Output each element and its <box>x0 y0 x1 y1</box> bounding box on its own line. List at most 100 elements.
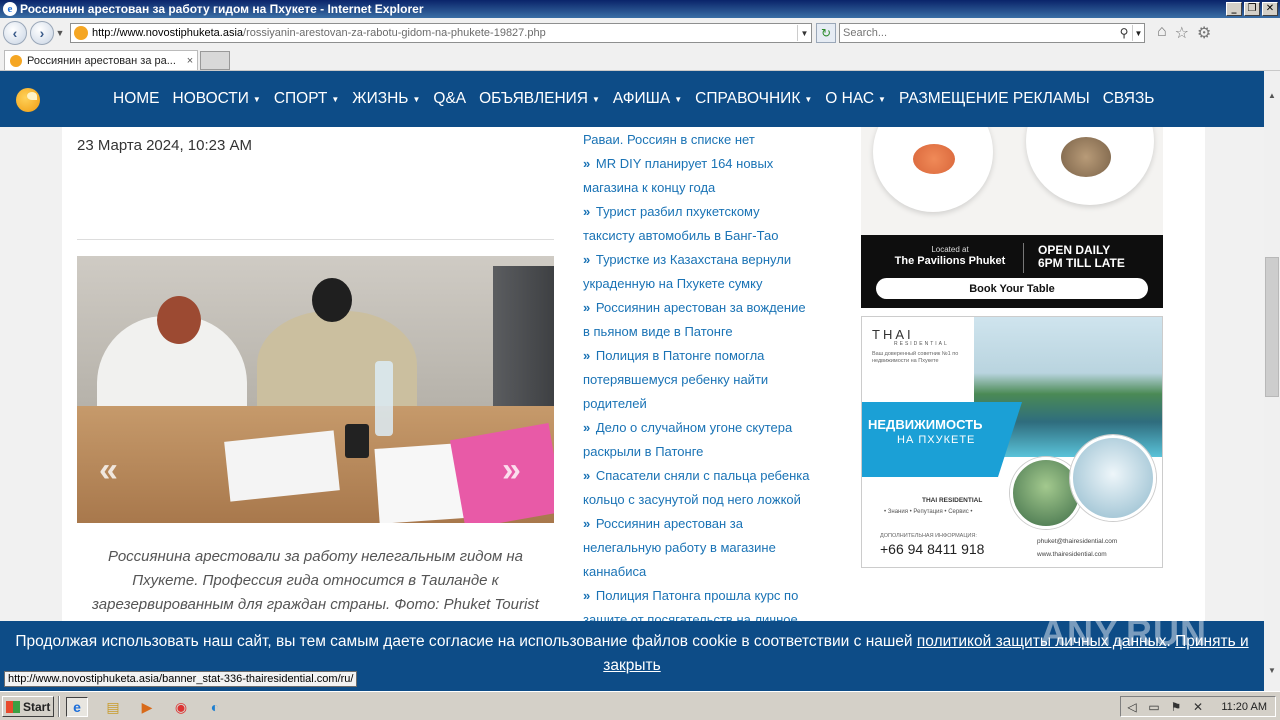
nav-item-label: ОБЪЯВЛЕНИЯ <box>479 90 588 107</box>
chrome-icon[interactable]: ◉ <box>170 697 192 717</box>
back-button[interactable]: ‹ <box>3 21 27 45</box>
nav-item-5[interactable]: ОБЪЯВЛЕНИЯ ▼ <box>479 90 600 108</box>
history-dropdown-icon[interactable]: ▼ <box>54 28 66 38</box>
news-item[interactable]: » Полиция в Патонге помогла потерявшемус… <box>583 344 813 416</box>
double-chevron-icon: » <box>583 516 591 531</box>
address-url[interactable]: http://www.novostiphuketa.asia/rossiyani… <box>92 27 797 39</box>
browser-navigation-bar: ‹ › ▼ http://www.novostiphuketa.asia/ros… <box>0 18 1280 48</box>
news-item[interactable]: » Турист разбил пхукетскому таксисту авт… <box>583 200 813 248</box>
nav-item-7[interactable]: СПРАВОЧНИК ▼ <box>695 90 812 108</box>
explorer-folder-icon[interactable]: ▤ <box>102 697 124 717</box>
nav-item-6[interactable]: АФИША ▼ <box>613 90 682 108</box>
article-divider <box>77 239 554 240</box>
news-item-link[interactable]: Спасатели сняли с пальца ребенка кольцо … <box>583 468 809 507</box>
ad-banner-thai-residential[interactable]: THAI RESIDENTIAL Ваш доверенный советник… <box>861 316 1163 568</box>
window-controls: _ ❐ ✕ <box>1226 2 1278 16</box>
site-logo-icon[interactable] <box>16 88 40 112</box>
new-tab-button[interactable] <box>200 51 230 70</box>
ad-website: www.thairesidential.com <box>1037 551 1107 558</box>
status-bar-url: http://www.novostiphuketa.asia/banner_st… <box>4 671 358 687</box>
news-item-fragment[interactable]: Раваи. Россиян в списке нет <box>583 128 813 152</box>
browser-tab-active[interactable]: Россиянин арестован за ра... × <box>4 50 198 70</box>
news-item-link[interactable]: Дело о случайном угоне скутера раскрыли … <box>583 420 792 459</box>
right-gutter <box>1205 127 1264 621</box>
page-scrollbar[interactable]: ▲ ▼ <box>1264 71 1280 691</box>
search-dropdown-icon[interactable]: ▼ <box>1132 25 1144 41</box>
windows-taskbar: Start e ▤ ▶ ◉ ◐ ◁ ▭ ⚑ ✕ 11:20 AM <box>0 691 1280 720</box>
news-item[interactable]: » Дело о случайном угоне скутера раскрыл… <box>583 416 813 464</box>
tab-title: Россиянин арестован за ра... <box>27 54 176 67</box>
search-icon[interactable]: ⚲ <box>1116 26 1132 40</box>
minimize-button[interactable]: _ <box>1226 2 1242 16</box>
security-icon[interactable]: ✕ <box>1187 700 1209 714</box>
start-label: Start <box>23 699 51 714</box>
nav-item-label: Q&A <box>433 90 467 107</box>
book-table-button[interactable]: Book Your Table <box>876 278 1148 299</box>
nav-item-4[interactable]: Q&A <box>433 90 466 108</box>
search-input[interactable] <box>840 27 1116 39</box>
home-icon[interactable]: ⌂ <box>1157 23 1167 43</box>
media-player-icon[interactable]: ▶ <box>136 697 158 717</box>
nav-item-8[interactable]: О НАС ▼ <box>825 90 886 108</box>
news-item[interactable]: » Россиянин арестован за вождение в пьян… <box>583 296 813 344</box>
address-dropdown-icon[interactable]: ▼ <box>797 25 811 41</box>
scroll-up-icon[interactable]: ▲ <box>1264 87 1280 103</box>
browser-tab-strip: Россиянин арестован за ра... × <box>0 48 1280 71</box>
forward-button[interactable]: › <box>30 21 54 45</box>
url-host: http://www.novostiphuketa.asia <box>92 27 244 39</box>
nav-item-0[interactable]: HOME <box>113 90 160 108</box>
nav-item-1[interactable]: НОВОСТИ ▼ <box>173 90 261 108</box>
scroll-thumb[interactable] <box>1265 257 1279 397</box>
slider-prev-icon[interactable]: « <box>99 451 118 490</box>
chevron-down-icon: ▼ <box>592 94 600 104</box>
start-button[interactable]: Start <box>2 696 54 717</box>
nav-item-3[interactable]: ЖИЗНЬ ▼ <box>352 90 420 108</box>
news-item[interactable]: » MR DIY планирует 164 новых магазина к … <box>583 152 813 200</box>
search-box[interactable]: ⚲ ▼ <box>839 23 1145 43</box>
edge-icon[interactable]: ◐ <box>204 697 226 717</box>
chevron-down-icon: ▼ <box>331 94 340 104</box>
ad-banner-pavilions[interactable]: Located at The Pavilions Phuket OPEN DAI… <box>861 127 1163 308</box>
favorites-star-icon[interactable]: ☆ <box>1175 23 1189 43</box>
nav-item-2[interactable]: СПОРТ ▼ <box>274 90 339 108</box>
double-chevron-icon: » <box>583 156 591 171</box>
ad-separator <box>1023 243 1024 273</box>
close-button[interactable]: ✕ <box>1262 2 1278 16</box>
nav-item-label: ЖИЗНЬ <box>352 90 409 107</box>
nav-item-9[interactable]: РАЗМЕЩЕНИЕ РЕКЛАМЫ <box>899 90 1090 108</box>
slider-next-icon[interactable]: » <box>502 451 521 490</box>
news-item-link[interactable]: Россиянин арестован за нелегальную работ… <box>583 516 776 579</box>
news-item[interactable]: » Спасатели сняли с пальца ребенка кольц… <box>583 464 813 512</box>
news-item-link[interactable]: Турист разбил пхукетскому таксисту автом… <box>583 204 778 243</box>
article-photo-slider[interactable]: « » <box>77 256 554 523</box>
news-item-link[interactable]: Полиция в Патонге помогла потерявшемуся … <box>583 348 768 411</box>
nav-item-label: СВЯЗЬ <box>1102 90 1155 107</box>
ie-taskbar-icon[interactable]: e <box>66 697 88 717</box>
restore-button[interactable]: ❐ <box>1244 2 1260 16</box>
news-item-link[interactable]: Россиянин арестован за вождение в пьяном… <box>583 300 806 339</box>
news-item-link[interactable]: Полиция Патонга прошла курс по защите от… <box>583 588 798 621</box>
news-item[interactable]: » Россиянин арестован за нелегальную раб… <box>583 512 813 584</box>
scroll-down-icon[interactable]: ▼ <box>1264 662 1280 678</box>
ad-brand-description: Ваш доверенный советник №1 по недвижимос… <box>872 351 959 364</box>
news-item[interactable]: » Полиция Патонга прошла курс по защите … <box>583 584 813 621</box>
chevron-down-icon: ▼ <box>412 94 421 104</box>
ad-hours: 6PM TILL LATE <box>1038 256 1125 270</box>
nav-item-10[interactable]: СВЯЗЬ <box>1103 90 1155 108</box>
news-item-fragment-text[interactable]: Раваи. Россиян в списке нет <box>583 132 755 147</box>
site-header: HOME НОВОСТИ ▼ СПОРТ ▼ ЖИЗНЬ ▼ Q&A ОБЪЯВЛЕНИЯ ▼ АФ… <box>0 71 1264 127</box>
news-item-link[interactable]: Туристке из Казахстана вернули украденну… <box>583 252 791 291</box>
action-center-icon[interactable]: ⚑ <box>1165 700 1187 714</box>
tab-close-icon[interactable]: × <box>183 55 197 67</box>
ad-brand-logo: THAI <box>872 327 914 342</box>
volume-icon[interactable]: ◁ <box>1121 700 1143 714</box>
refresh-icon[interactable]: ↻ <box>816 23 836 43</box>
news-item-link[interactable]: MR DIY планирует 164 новых магазина к ко… <box>583 156 773 195</box>
address-bar[interactable]: http://www.novostiphuketa.asia/rossiyani… <box>70 23 812 43</box>
settings-gear-icon[interactable]: ⚙ <box>1197 23 1211 43</box>
network-icon[interactable]: ▭ <box>1143 700 1165 714</box>
ad-info-label: ДОПОЛНИТЕЛЬНАЯ ИНФОРМАЦИЯ: <box>880 533 977 539</box>
ad-food-dish <box>1061 137 1111 177</box>
article-date: 23 Марта 2024, 10:23 AM <box>77 137 252 154</box>
news-item[interactable]: » Туристке из Казахстана вернули украден… <box>583 248 813 296</box>
